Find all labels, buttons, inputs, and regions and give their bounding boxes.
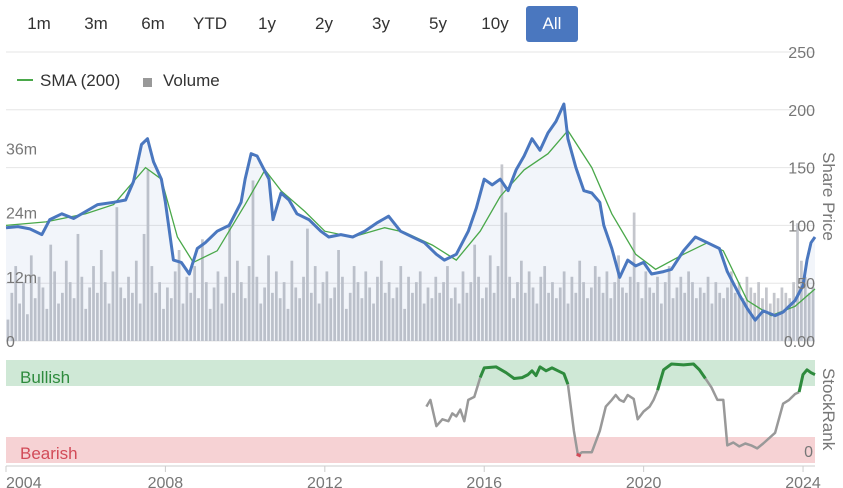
stock-chart: SMA (200) Volume 250 200 150 100 50 0.00 36m 2…: [5, 45, 838, 488]
legend-sma-label[interactable]: SMA (200): [40, 71, 120, 90]
stockrank-panel: Bullish Bearish 0 StockRank: [6, 360, 838, 463]
stockrank-zero-tick: 0: [804, 444, 813, 461]
price-tick-label: 150: [788, 161, 815, 178]
volume-tick-label: 0: [6, 334, 15, 351]
price-tick-label: 50: [797, 276, 815, 293]
price-area-fill: [6, 104, 815, 341]
price-axis-title: Share Price: [819, 152, 838, 241]
bearish-label: Bearish: [20, 444, 78, 463]
price-tick-label: 200: [788, 103, 815, 120]
x-axis: 2004 2008 2012 2016 2020 2024: [5, 465, 821, 488]
price-tick-label: 250: [788, 45, 815, 62]
x-tick-label: 2012: [307, 475, 343, 488]
x-tick-label: 2008: [148, 475, 184, 488]
stockrank-axis-title: StockRank: [819, 368, 838, 451]
volume-tick-label: 36m: [6, 141, 37, 158]
bearish-band: [6, 437, 815, 463]
x-tick-label: 2016: [466, 475, 502, 488]
chart-legend: SMA (200) Volume: [17, 71, 220, 90]
volume-tick-label: 24m: [6, 206, 37, 223]
volume-tick-label: 12m: [6, 270, 37, 287]
legend-volume-label[interactable]: Volume: [163, 71, 220, 90]
price-tick-label: 0.00: [784, 334, 815, 351]
price-tick-label: 100: [788, 218, 815, 235]
bullish-label: Bullish: [20, 368, 70, 387]
x-tick-label: 2024: [785, 475, 821, 488]
legend-volume-swatch: [143, 78, 152, 87]
x-tick-label: 2004: [6, 475, 42, 488]
stockrank-segment-bearish: [576, 452, 582, 458]
x-tick-label: 2020: [626, 475, 662, 488]
